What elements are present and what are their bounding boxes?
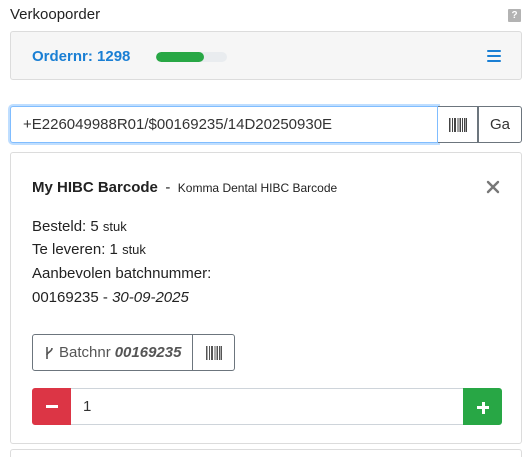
item-title: My HIBC Barcode xyxy=(32,179,158,196)
item-title-separator: - xyxy=(165,179,171,196)
branch-icon xyxy=(46,346,53,359)
scan-input-group: Ga xyxy=(10,106,522,143)
batch-button-label: Batchnr xyxy=(59,344,111,361)
batch-button-group: Batchnr 00169235 xyxy=(32,334,236,371)
scan-barcode-button[interactable] xyxy=(438,106,478,143)
order-progress-fill xyxy=(156,52,205,62)
recommended-batch-label: Aanbevolen batchnummer: xyxy=(32,265,212,282)
order-progress-bar xyxy=(156,52,227,62)
ordered-unit: stuk xyxy=(102,219,127,234)
batch-barcode-button[interactable] xyxy=(193,334,236,371)
close-icon[interactable] xyxy=(486,180,500,194)
order-header: Ordernr: 1298 xyxy=(10,31,522,80)
quantity-decrease-button[interactable] xyxy=(32,388,71,425)
deliver-unit: stuk xyxy=(122,242,146,257)
deliver-line: Te leveren: 1 stuk xyxy=(32,241,146,258)
quantity-increase-button[interactable] xyxy=(463,388,502,425)
hamburger-menu-icon[interactable] xyxy=(487,50,501,62)
recommended-batch-number: 00169235 xyxy=(32,289,99,306)
recommended-batch-date: 30-09-2025 xyxy=(112,289,189,306)
ordered-label: Besteld: xyxy=(32,218,87,235)
deliver-value: 1 xyxy=(109,241,118,258)
page-title: Verkooporder xyxy=(10,6,101,23)
barcode-icon xyxy=(448,117,467,132)
batch-number-button[interactable]: Batchnr 00169235 xyxy=(32,334,194,371)
order-item-card: My HIBC Barcode - Komma Dental HIBC Barc… xyxy=(10,152,522,444)
item-subtitle: Komma Dental HIBC Barcode xyxy=(177,181,338,195)
barcode-icon xyxy=(205,345,222,360)
go-button[interactable]: Ga xyxy=(478,106,522,143)
batch-button-value: 00169235 xyxy=(114,344,182,361)
deliver-label: Te leveren: xyxy=(32,241,106,258)
recommended-batch-separator: - xyxy=(102,289,108,306)
recommended-batch-line: 00169235 - 30-09-2025 xyxy=(32,289,189,306)
quantity-stepper xyxy=(32,388,502,425)
help-icon[interactable]: ? xyxy=(508,9,521,22)
ordered-value: 5 xyxy=(90,218,99,235)
scan-input[interactable] xyxy=(10,106,438,143)
next-item-card xyxy=(10,449,522,457)
minus-icon xyxy=(45,405,58,408)
item-title-row: My HIBC Barcode - Komma Dental HIBC Barc… xyxy=(32,179,337,197)
quantity-input[interactable] xyxy=(71,388,463,425)
order-number: Ordernr: 1298 xyxy=(32,48,131,65)
ordered-line: Besteld: 5 stuk xyxy=(32,218,127,235)
